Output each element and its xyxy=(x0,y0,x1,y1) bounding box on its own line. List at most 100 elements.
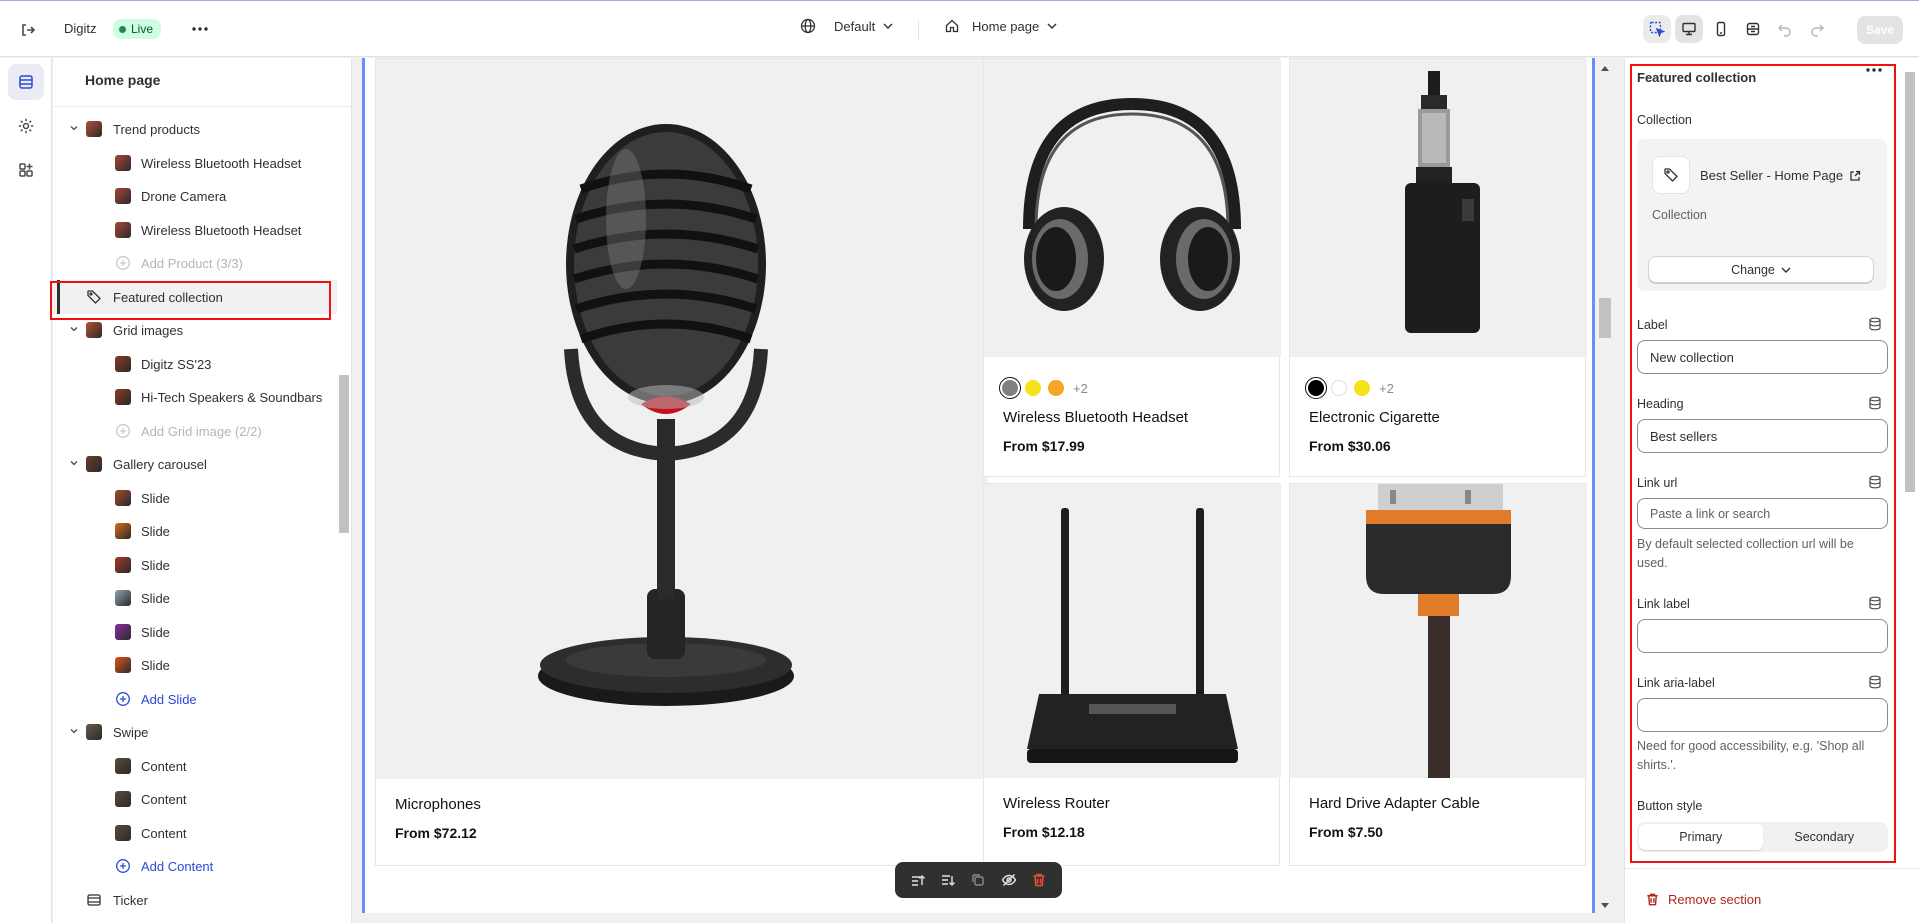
desktop-view-button[interactable] xyxy=(1675,15,1703,43)
sidebar-item[interactable]: Wireless Bluetooth Headset xyxy=(53,213,337,247)
color-swatch[interactable] xyxy=(1354,380,1370,396)
sidebar-scrollbar-thumb[interactable] xyxy=(339,375,349,533)
chevron-down-icon[interactable] xyxy=(69,458,79,468)
sidebar-item[interactable]: Slide xyxy=(53,548,337,582)
redo-button[interactable] xyxy=(1803,15,1831,43)
sidebar-item-label: Swipe xyxy=(113,725,149,740)
sidebar-item[interactable]: Slide xyxy=(53,615,337,649)
sidebar-item[interactable]: Content xyxy=(53,749,337,783)
inspector-button[interactable] xyxy=(1643,15,1671,43)
exit-button[interactable] xyxy=(16,18,40,42)
sidebar-item[interactable]: Digitz SS'23 xyxy=(53,347,337,381)
redo-icon xyxy=(1811,24,1824,37)
fullscreen-icon xyxy=(1746,22,1760,36)
product-card-cable[interactable]: Hard Drive Adapter Cable From $7.50 xyxy=(1289,483,1587,866)
duplicate-button[interactable] xyxy=(966,868,990,892)
remove-section-button[interactable]: Remove section xyxy=(1645,892,1761,907)
top-bar: Digitz Live Default Home page Save xyxy=(0,0,1919,57)
sidebar-item[interactable]: Add Content xyxy=(53,849,337,883)
product-card-headset[interactable]: +2 Wireless Bluetooth Headset From $17.9… xyxy=(983,58,1281,477)
more-actions-button[interactable] xyxy=(188,17,212,41)
chevron-down-icon[interactable] xyxy=(69,324,79,334)
sidebar-item[interactable]: Hi-Tech Speakers & Soundbars xyxy=(53,380,337,414)
hide-button[interactable] xyxy=(997,868,1021,892)
page-selector[interactable]: Home page xyxy=(944,18,1057,34)
sidebar-item[interactable]: Slide xyxy=(53,648,337,682)
apps-icon xyxy=(19,163,33,177)
sidebar-item-label: Slide xyxy=(141,524,170,539)
theme-selector-label: Default xyxy=(834,18,876,34)
product-card-router[interactable]: Wireless Router From $12.18 xyxy=(983,483,1281,866)
sidebar-item[interactable]: Trend products xyxy=(53,112,337,146)
product-thumb xyxy=(115,221,131,238)
fullscreen-button[interactable] xyxy=(1739,15,1767,43)
slide-thumb xyxy=(115,590,131,606)
sidebar-item[interactable]: Content xyxy=(53,816,337,850)
headset-illustration xyxy=(1023,97,1241,311)
app-embeds-button[interactable] xyxy=(8,152,44,188)
sidebar-item[interactable]: Gallery carousel xyxy=(53,447,337,481)
move-up-button[interactable] xyxy=(906,868,930,892)
product-name[interactable]: Electronic Cigarette xyxy=(1309,409,1440,426)
theme-settings-button[interactable] xyxy=(8,108,44,144)
product-name[interactable]: Hard Drive Adapter Cable xyxy=(1309,795,1480,812)
color-swatch[interactable] xyxy=(1048,380,1064,396)
sidebar-item-label: Slide xyxy=(141,658,170,673)
sidebar-item-label: Add Product (3/3) xyxy=(141,256,243,271)
preview-tools xyxy=(1643,15,1831,43)
exit-icon xyxy=(22,24,36,36)
ecig-illustration xyxy=(1405,71,1480,333)
sidebar-item[interactable]: Wireless Bluetooth Headset xyxy=(53,146,337,180)
color-swatch[interactable] xyxy=(1025,380,1041,396)
move-down-button[interactable] xyxy=(936,868,960,892)
product-thumb xyxy=(115,154,131,171)
live-dot-icon xyxy=(119,25,126,33)
product-card-cigarette[interactable]: +2 Electronic Cigarette From $30.06 xyxy=(1289,58,1587,477)
selection-highlight-left xyxy=(50,281,331,320)
product-name[interactable]: Wireless Bluetooth Headset xyxy=(1003,409,1188,426)
color-swatches: +2 xyxy=(1305,377,1394,399)
microphone-illustration xyxy=(538,124,794,706)
sidebar-item[interactable]: Add Grid image (2/2) xyxy=(53,414,337,448)
more-colors-count: +2 xyxy=(1379,380,1394,396)
chevron-down-icon[interactable] xyxy=(69,123,79,133)
sidebar-item[interactable]: Slide xyxy=(53,581,337,615)
panel-scrollbar-thumb[interactable] xyxy=(1905,72,1915,492)
color-swatch[interactable] xyxy=(1331,380,1347,396)
product-card-microphones[interactable]: Microphones From $72.12 xyxy=(375,58,988,866)
undo-button[interactable] xyxy=(1771,15,1799,43)
preview-scrollbar[interactable] xyxy=(1598,58,1612,913)
chevron-down-icon xyxy=(883,23,893,29)
sidebar-item[interactable]: Content xyxy=(53,782,337,816)
trend-products-thumb xyxy=(86,121,102,137)
theme-selector[interactable]: Default xyxy=(800,18,893,34)
product-thumb xyxy=(115,188,131,204)
save-button[interactable]: Save xyxy=(1857,16,1903,44)
sidebar-item[interactable]: Ticker xyxy=(53,883,337,917)
sidebar-item[interactable]: Add Slide xyxy=(53,682,337,716)
product-name[interactable]: Wireless Router xyxy=(1003,795,1110,812)
desktop-icon xyxy=(1682,22,1696,36)
sidebar-item[interactable]: Add Product (3/3) xyxy=(53,246,337,280)
plus-circle-icon xyxy=(115,858,131,874)
chevron-down-icon[interactable] xyxy=(69,726,79,736)
sidebar-item-label: Wireless Bluetooth Headset xyxy=(141,222,302,238)
sections-button[interactable] xyxy=(8,64,44,100)
ticker-icon xyxy=(86,892,102,908)
preview-scrollbar-thumb[interactable] xyxy=(1599,298,1611,338)
slide-thumb xyxy=(115,523,131,539)
plus-circle-icon xyxy=(115,691,131,707)
mobile-icon xyxy=(1716,21,1726,37)
sidebar-item[interactable]: Slide xyxy=(53,514,337,548)
sidebar-item[interactable]: Drone Camera xyxy=(53,179,337,213)
gallery-thumb xyxy=(86,456,102,472)
color-swatch[interactable] xyxy=(1305,377,1327,399)
sidebar-item-label: Slide xyxy=(141,490,170,506)
sidebar-item[interactable]: Swipe xyxy=(53,715,337,749)
sidebar-item[interactable]: Slide xyxy=(53,481,337,515)
delete-button[interactable] xyxy=(1027,868,1051,892)
product-name[interactable]: Microphones xyxy=(395,796,481,813)
panel-footer-divider xyxy=(1625,868,1919,869)
mobile-view-button[interactable] xyxy=(1707,15,1735,43)
color-swatch[interactable] xyxy=(999,377,1021,399)
